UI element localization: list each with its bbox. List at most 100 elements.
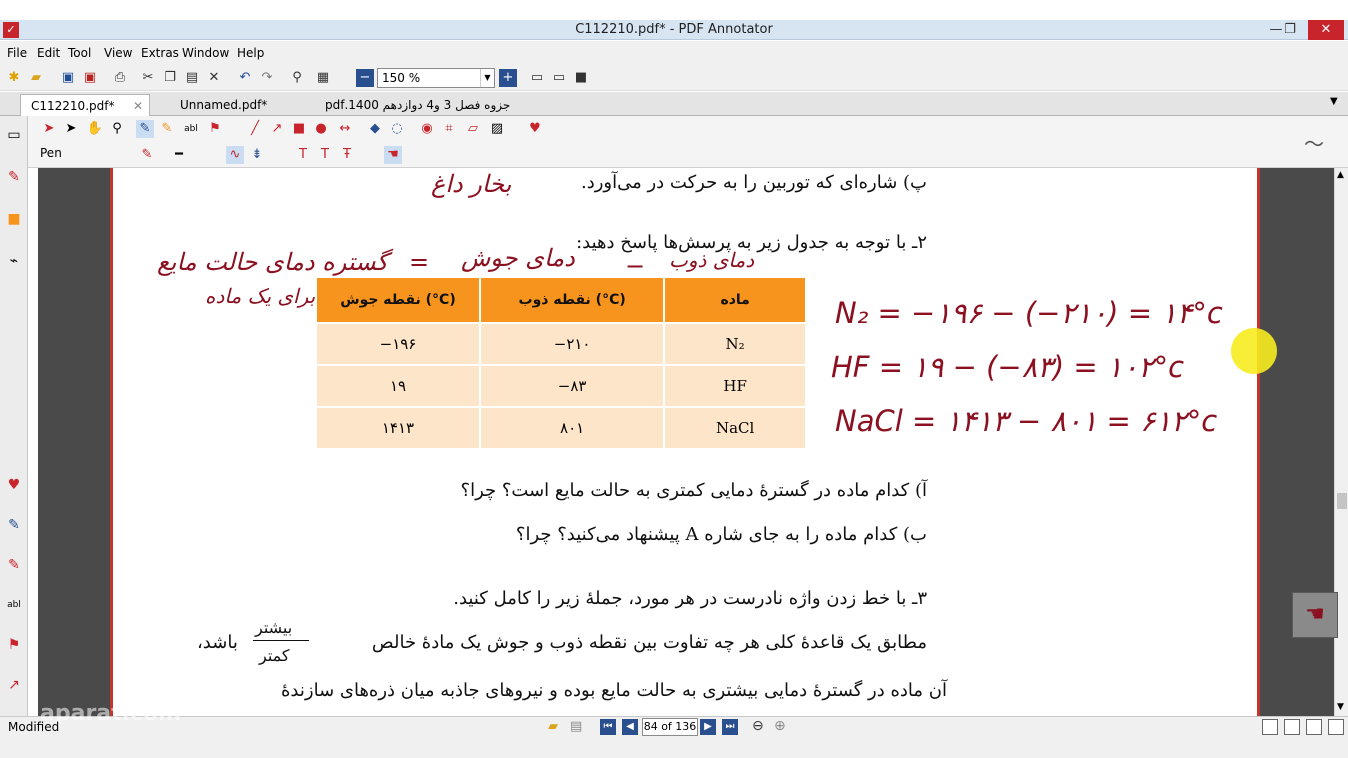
stroke-option-icon[interactable]: ⇟ [248, 146, 266, 164]
measure-icon[interactable]: ↔ [336, 120, 354, 138]
favorites-icon[interactable]: ♥ [5, 476, 23, 494]
menu-extras[interactable]: Extras [141, 41, 179, 65]
menu-edit[interactable]: Edit [37, 41, 60, 65]
cut-icon[interactable]: ✂ [139, 69, 157, 87]
redo-icon[interactable]: ↷ [258, 69, 276, 87]
scroll-down-icon[interactable]: ▼ [1337, 702, 1344, 712]
document-viewer[interactable]: پ) شاره‌ای که توربین را به حرکت در می‌آو… [38, 168, 1334, 716]
new-icon[interactable]: ✱ [5, 69, 23, 87]
touch-mode-icon[interactable]: ☚ [384, 146, 402, 164]
zoom-in-icon[interactable]: + [499, 69, 517, 87]
smooth-stroke-icon[interactable]: ∿ [226, 146, 244, 164]
back-icon[interactable]: ⊖ [752, 718, 764, 734]
close-button[interactable]: ✕ [1308, 20, 1344, 40]
menu-help[interactable]: Help [237, 41, 264, 65]
fraction-bar [253, 640, 309, 641]
hand-icon[interactable]: ✋ [86, 120, 104, 138]
tab-list-icon[interactable]: ▼ [1330, 96, 1338, 107]
forward-icon[interactable]: ⊕ [774, 718, 786, 734]
menu-tool[interactable]: Tool [68, 41, 91, 65]
bookmark-icon[interactable]: ▤ [570, 719, 582, 734]
text-underline-icon[interactable]: T [316, 146, 334, 164]
notes-icon[interactable]: ■ [5, 210, 23, 228]
text-tool-icon[interactable]: abl [182, 120, 200, 138]
rectangle-icon[interactable]: ■ [290, 120, 308, 138]
pen-tool-icon[interactable]: ✎ [136, 120, 154, 138]
menu-window[interactable]: Window [182, 41, 229, 65]
cell-boil: −۱۹۶ [315, 322, 481, 366]
pen-sidebar-icon[interactable]: ✎ [5, 168, 23, 186]
zoom-out-icon[interactable]: − [356, 69, 374, 87]
paste-icon[interactable]: ▤ [183, 69, 201, 87]
app-window: C112210.pdf* - PDF Annotator ✓ — ❐ ✕ Fil… [0, 0, 1348, 758]
text-strike-icon[interactable]: Ŧ [338, 146, 356, 164]
fullscreen-icon[interactable]: ■ [572, 69, 590, 87]
text-box-icon[interactable]: abl [5, 596, 23, 614]
page-view-icon[interactable]: ▭ [5, 126, 23, 144]
last-page-icon[interactable]: ⏭ [722, 719, 738, 735]
stamp-tool-icon[interactable]: ⚑ [206, 120, 224, 138]
open-recent-icon[interactable]: ▰ [548, 719, 558, 734]
fit-width-icon[interactable]: ▭ [550, 69, 568, 87]
pen-red-icon[interactable]: ✎ [5, 556, 23, 574]
tab-unnamed[interactable]: Unnamed.pdf* [170, 94, 277, 116]
first-page-icon[interactable]: ⏮ [600, 719, 616, 735]
marker-icon[interactable]: ✎ [158, 120, 176, 138]
lasso-icon[interactable]: ◌ [388, 120, 406, 138]
close-tab-icon[interactable]: ✕ [133, 95, 143, 117]
handwriting-range-sub: برای یک ماده [205, 284, 316, 308]
pen-color-icon[interactable]: ✎ [138, 146, 156, 164]
pdf-page[interactable]: پ) شاره‌ای که توربین را به حرکت در می‌آو… [110, 168, 1277, 716]
menu-view[interactable]: View [104, 41, 132, 65]
tab-c112210[interactable]: C112210.pdf* ✕ [20, 94, 150, 116]
fraction-top: بیشتر [255, 618, 293, 637]
handwriting-steam: بخار داغ [431, 170, 512, 198]
image-icon[interactable]: ▨ [488, 120, 506, 138]
undo-icon[interactable]: ↶ [236, 69, 254, 87]
arrow-icon[interactable]: ↗ [268, 120, 286, 138]
ruler-icon[interactable]: ▱ [464, 120, 482, 138]
heart-icon[interactable]: ♥ [526, 120, 544, 138]
fit-page-icon[interactable]: ▭ [528, 69, 546, 87]
grid-view-icon[interactable] [1328, 719, 1344, 735]
print-icon[interactable]: ⎙ [111, 69, 129, 87]
two-page-view-icon[interactable] [1306, 719, 1322, 735]
scroll-up-icon[interactable]: ▲ [1337, 170, 1344, 180]
crop-icon[interactable]: ⌗ [440, 120, 458, 138]
chevron-down-icon[interactable]: ▼ [480, 69, 494, 87]
tab-jozveh[interactable]: جزوه فصل 3 و4 دوازدهم 1400.pdf [315, 94, 520, 116]
save-icon[interactable]: ▣ [59, 69, 77, 87]
question-b: ب) کدام ماده را به جای شاره A پیشنهاد می… [515, 524, 927, 545]
scrollbar-thumb[interactable] [1337, 493, 1347, 509]
zoom-select[interactable]: 150 % ▼ [377, 68, 495, 88]
select-icon[interactable]: ➤ [40, 120, 58, 138]
pen-preview-icon: 〜 [1304, 132, 1324, 156]
page-number-input[interactable]: 84 of 136 [642, 718, 698, 736]
arrow-tool-icon[interactable]: ↗ [5, 676, 23, 694]
delete-icon[interactable]: ✕ [205, 69, 223, 87]
find-icon[interactable]: ⚲ [288, 69, 306, 87]
page-setup-icon[interactable]: ▦ [314, 69, 332, 87]
question-3: ۳ـ با خط زدن واژه نادرست در هر مورد، جمل… [453, 588, 927, 609]
prev-page-icon[interactable]: ◀ [622, 719, 638, 735]
attachment-icon[interactable]: ⌁ [5, 252, 23, 270]
zoom-tool-icon[interactable]: ⚲ [108, 120, 126, 138]
highlighter-icon[interactable]: ✎ [5, 516, 23, 534]
select-text-icon[interactable]: ➤ [62, 120, 80, 138]
save-as-icon[interactable]: ▣ [81, 69, 99, 87]
single-page-view-icon[interactable] [1262, 719, 1278, 735]
copy-icon[interactable]: ❐ [161, 69, 179, 87]
camera-icon[interactable]: ◉ [418, 120, 436, 138]
text-bold-icon[interactable]: T [294, 146, 312, 164]
eraser-icon[interactable]: ◆ [366, 120, 384, 138]
stamp-icon[interactable]: ⚑ [5, 636, 23, 654]
touch-hand-button[interactable]: ☚ [1292, 592, 1338, 638]
continuous-view-icon[interactable] [1284, 719, 1300, 735]
line-icon[interactable]: ╱ [246, 120, 264, 138]
open-folder-icon[interactable]: ▰ [27, 69, 45, 87]
menu-file[interactable]: File [7, 41, 27, 65]
restore-button[interactable]: ❐ [1272, 20, 1308, 40]
next-page-icon[interactable]: ▶ [700, 719, 716, 735]
line-width-icon[interactable]: ━ [170, 146, 188, 164]
ellipse-icon[interactable]: ● [312, 120, 330, 138]
